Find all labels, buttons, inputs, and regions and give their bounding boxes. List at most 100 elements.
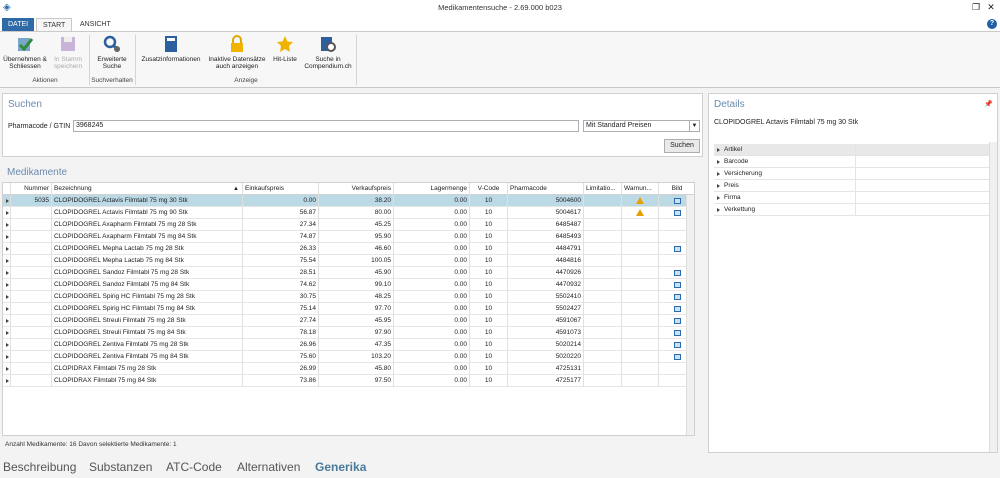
col-verkaufspreis[interactable]: Verkaufspreis bbox=[319, 183, 394, 195]
tab-substanzen[interactable]: Substanzen bbox=[89, 460, 152, 474]
image-icon[interactable] bbox=[673, 318, 681, 324]
col-vcode[interactable]: V-Code bbox=[470, 183, 508, 195]
table-row[interactable]: 5035 CLOPIDOGREL Actavis Filmtabl 75 mg 3… bbox=[3, 195, 694, 207]
property-row[interactable]: Barcode bbox=[714, 156, 996, 168]
hit-list-button[interactable]: Hit-Liste bbox=[269, 34, 301, 63]
advanced-search-button[interactable]: Erweiterte Suche bbox=[90, 34, 134, 70]
accept-close-button[interactable]: Übernehmen & Schliessen bbox=[2, 34, 48, 70]
warning-icon[interactable] bbox=[636, 197, 644, 204]
tab-beschreibung[interactable]: Beschreibung bbox=[3, 460, 76, 474]
table-row[interactable]: CLOPIDOGREL Spirig HC Filmtabl 75 mg 84 … bbox=[3, 303, 694, 315]
details-scrollbar[interactable] bbox=[989, 142, 997, 452]
col-bezeichnung[interactable]: Bezeichnung ▲ bbox=[52, 183, 243, 195]
group-separator bbox=[135, 35, 136, 85]
table-row[interactable]: CLOPIDOGREL Mepha Lactab 75 mg 84 Stk 75.… bbox=[3, 255, 694, 267]
accept-close-icon bbox=[18, 38, 34, 52]
image-icon[interactable] bbox=[673, 282, 681, 288]
sort-asc-icon: ▲ bbox=[233, 186, 239, 192]
cell-lagermenge: 0.00 bbox=[394, 279, 470, 291]
table-row[interactable]: CLOPIDOGREL Streuli Filmtabl 75 mg 84 St… bbox=[3, 327, 694, 339]
cell-lagermenge: 0.00 bbox=[394, 291, 470, 303]
cell-warnung bbox=[622, 363, 659, 375]
table-row[interactable]: CLOPIDOGREL Zentiva Filmtabl 75 mg 28 St… bbox=[3, 339, 694, 351]
property-row[interactable]: Versicherung bbox=[714, 168, 996, 180]
tab-datei[interactable]: DATEI bbox=[2, 18, 35, 31]
image-icon[interactable] bbox=[673, 210, 681, 216]
col-warnung[interactable]: Warnun... bbox=[622, 183, 659, 195]
warning-icon[interactable] bbox=[636, 209, 644, 216]
property-row[interactable]: Preis bbox=[714, 180, 996, 192]
cell-bezeichnung: CLOPIDRAX Filmtabl 75 mg 84 Stk bbox=[52, 375, 243, 387]
cell-nummer bbox=[11, 267, 52, 279]
cell-limitation bbox=[584, 351, 622, 363]
cell-bezeichnung: CLOPIDOGREL Streuli Filmtabl 75 mg 84 St… bbox=[52, 327, 243, 339]
tab-alternativen[interactable]: Alternativen bbox=[237, 460, 300, 474]
col-nummer[interactable]: Nummer bbox=[11, 183, 52, 195]
restore-icon[interactable]: ❐ bbox=[970, 1, 982, 13]
lock-icon bbox=[231, 35, 243, 52]
cell-einkaufspreis: 75.54 bbox=[243, 255, 319, 267]
cell-nummer bbox=[11, 339, 52, 351]
close-icon[interactable]: ✕ bbox=[985, 1, 997, 13]
col-pharmacode[interactable]: Pharmacode bbox=[508, 183, 584, 195]
image-icon[interactable] bbox=[673, 198, 681, 204]
tab-generika[interactable]: Generika bbox=[315, 460, 366, 474]
col-bild[interactable]: Bild bbox=[659, 183, 694, 195]
row-indicator bbox=[3, 279, 11, 291]
property-row[interactable]: Firma bbox=[714, 192, 996, 204]
table-row[interactable]: CLOPIDOGREL Zentiva Filmtabl 75 mg 84 St… bbox=[3, 351, 694, 363]
image-icon[interactable] bbox=[673, 306, 681, 312]
image-icon[interactable] bbox=[673, 270, 681, 276]
property-row[interactable]: Artikel bbox=[714, 144, 996, 156]
tab-ansicht[interactable]: ANSICHT bbox=[74, 18, 117, 31]
property-row[interactable]: Verkettung bbox=[714, 204, 996, 216]
col-einkaufspreis[interactable]: Einkaufspreis bbox=[243, 183, 319, 195]
chevron-down-icon[interactable]: ▼ bbox=[689, 121, 699, 131]
table-row[interactable]: CLOPIDOGREL Streuli Filmtabl 75 mg 28 St… bbox=[3, 315, 694, 327]
row-pointer-icon bbox=[6, 295, 9, 299]
table-row[interactable]: CLOPIDOGREL Mepha Lactab 75 mg 28 Stk 26.… bbox=[3, 243, 694, 255]
table-row[interactable]: CLOPIDRAX Filmtabl 75 mg 28 Stk 26.99 45.8… bbox=[3, 363, 694, 375]
image-icon[interactable] bbox=[673, 342, 681, 348]
compendium-search-button[interactable]: Suche in Compendium.ch bbox=[301, 34, 355, 70]
save-to-master-button[interactable]: In Stamm speichern bbox=[48, 34, 88, 70]
pharmacode-input[interactable]: 3968245 bbox=[73, 120, 579, 132]
tab-start[interactable]: START bbox=[36, 18, 73, 31]
tab-atc-code[interactable]: ATC-Code bbox=[166, 460, 222, 474]
help-icon[interactable]: ? bbox=[987, 19, 997, 29]
additional-info-button[interactable]: Zusatzinformationen bbox=[137, 34, 205, 63]
search-button[interactable]: Suchen bbox=[664, 139, 700, 153]
image-icon[interactable] bbox=[673, 330, 681, 336]
cell-nummer: 5035 bbox=[11, 195, 52, 207]
table-row[interactable]: CLOPIDOGREL Actavis Filmtabl 75 mg 90 St… bbox=[3, 207, 694, 219]
table-row[interactable]: CLOPIDRAX Filmtabl 75 mg 84 Stk 73.86 97.5… bbox=[3, 375, 694, 387]
cell-bezeichnung: CLOPIDOGREL Spirig HC Filmtabl 75 mg 84 … bbox=[52, 303, 243, 315]
cell-limitation bbox=[584, 195, 622, 207]
row-indicator bbox=[3, 207, 11, 219]
table-row[interactable]: CLOPIDOGREL Axapharm Filmtabl 75 mg 28 S… bbox=[3, 219, 694, 231]
cell-bezeichnung: CLOPIDOGREL Axapharm Filmtabl 75 mg 28 S… bbox=[52, 219, 243, 231]
row-indicator bbox=[3, 243, 11, 255]
cell-verkaufspreis: 99.10 bbox=[319, 279, 394, 291]
advanced-search-icon bbox=[103, 35, 121, 53]
details-title: Details bbox=[714, 99, 745, 110]
image-icon[interactable] bbox=[673, 354, 681, 360]
price-option-select[interactable]: Mit Standard Preisen ▼ bbox=[583, 120, 700, 132]
image-icon[interactable] bbox=[673, 246, 681, 252]
table-scrollbar[interactable] bbox=[686, 195, 694, 435]
pin-icon[interactable]: 📌 bbox=[984, 100, 993, 108]
row-pointer-icon bbox=[6, 319, 9, 323]
show-inactive-button[interactable]: Inaktive Datensätze auch anzeigen bbox=[205, 34, 269, 70]
table-row[interactable]: CLOPIDOGREL Sandoz Filmtabl 75 mg 84 Stk… bbox=[3, 279, 694, 291]
table-row[interactable]: CLOPIDOGREL Axapharm Filmtabl 75 mg 84 S… bbox=[3, 231, 694, 243]
col-lagermenge[interactable]: Lagermenge bbox=[394, 183, 470, 195]
cell-vcode: 10 bbox=[470, 219, 508, 231]
cell-einkaufspreis: 26.33 bbox=[243, 243, 319, 255]
cell-bezeichnung: CLOPIDOGREL Zentiva Filmtabl 75 mg 28 St… bbox=[52, 339, 243, 351]
table-row[interactable]: CLOPIDOGREL Spirig HC Filmtabl 75 mg 28 … bbox=[3, 291, 694, 303]
cell-lagermenge: 0.00 bbox=[394, 231, 470, 243]
col-limitation[interactable]: Limitatio... bbox=[584, 183, 622, 195]
group-label-aktionen: Aktionen bbox=[32, 77, 58, 84]
image-icon[interactable] bbox=[673, 294, 681, 300]
table-row[interactable]: CLOPIDOGREL Sandoz Filmtabl 75 mg 28 Stk… bbox=[3, 267, 694, 279]
